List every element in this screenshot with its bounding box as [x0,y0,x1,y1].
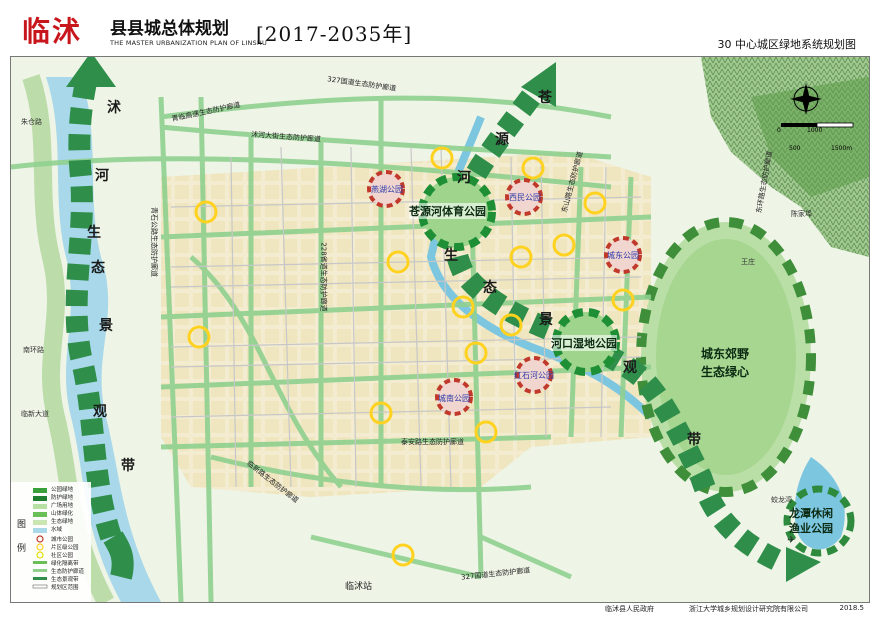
legend-panel [11,482,91,602]
sheet-title: 30 中心城区绿地系统规划图 [717,38,857,51]
airport-icon: ✈ [787,535,795,546]
title-county: 临沭 [22,15,83,48]
scale-bar [781,122,854,128]
shu-belt-south-stub [103,531,134,580]
sports-park-ring [418,173,496,251]
map-canvas[interactable]: ✈ 沭 河 生 态 景 观 带 苍 源 河 生 态 景 观 带 苍源河体育公园 … [10,56,870,603]
map-sheet: 临沭 县县城总体规划 THE MASTER URBANIZATION PLAN … [0,0,878,617]
footer: 临沭县人民政府 浙江大学城乡规划设计研究院有限公司 2018.5 [10,602,868,615]
title-years: [2017-2035年] [256,22,413,46]
footer-institute: 浙江大学城乡规划设计研究院有限公司 [689,605,808,613]
wetland-park-ring [552,308,620,376]
title-english: THE MASTER URBANIZATION PLAN OF LINSHU [110,39,267,47]
title-plan-name: 县县城总体规划 [110,19,229,39]
footer-date: 2018.5 [839,604,865,612]
footer-gov: 临沭县人民政府 [605,605,654,613]
map-svg[interactable]: ✈ [11,57,869,602]
